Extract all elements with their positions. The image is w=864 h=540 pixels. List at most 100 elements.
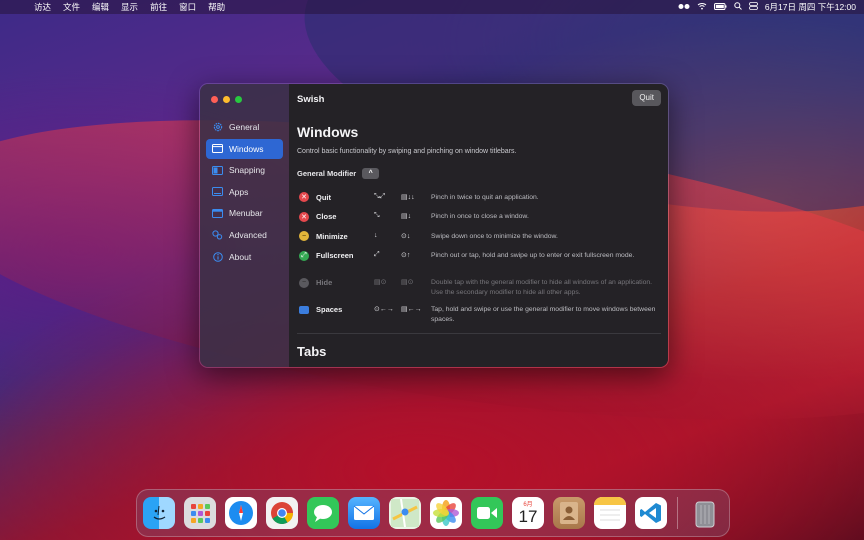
gesture-row-fullscreen[interactable]: ⤢ Fullscreen ⤢ ⊙↑ Pinch out or tap, hold…: [297, 249, 657, 276]
menu-item-window[interactable]: 窗口: [179, 1, 196, 13]
calendar-day: 17: [518, 507, 538, 526]
info-icon: [212, 251, 223, 262]
battery-icon[interactable]: [713, 2, 727, 12]
modifier-tap-glyph: ▤⊙: [401, 279, 414, 286]
menu-item-view[interactable]: 显示: [121, 1, 138, 13]
launchpad-icon[interactable]: [184, 497, 216, 529]
close-icon: ✕: [299, 211, 309, 222]
menu-item-finder[interactable]: 访达: [34, 1, 51, 13]
titlebar: Swish: [289, 84, 668, 114]
gesture-description: Pinch in once to close a window.: [431, 213, 529, 220]
gesture-label: Close: [316, 212, 337, 221]
dock-divider: [677, 497, 678, 529]
modifier-tap-glyph: ▤⊙: [374, 279, 387, 286]
menu-item-file[interactable]: 文件: [63, 1, 80, 13]
menu-item-help[interactable]: 帮助: [208, 1, 225, 13]
wifi-icon[interactable]: [697, 2, 707, 12]
menu-item-go[interactable]: 前往: [150, 1, 167, 13]
search-icon[interactable]: [734, 2, 742, 12]
advanced-icon: [212, 229, 223, 240]
window-icon: [212, 143, 223, 154]
quit-button[interactable]: Quit: [632, 90, 661, 106]
gesture-row-spaces[interactable]: Spaces ⊙←→ ▤←→ Tap, hold and swipe or us…: [297, 303, 657, 330]
sidebar-item-general[interactable]: General: [206, 117, 283, 137]
modifier-key-button[interactable]: ^: [362, 168, 380, 179]
mail-icon[interactable]: [348, 497, 380, 529]
modifier-swipe-glyph: ▤←→: [401, 306, 422, 313]
gesture-description: Swipe down once to minimize the window.: [431, 232, 558, 240]
facetime-icon[interactable]: [471, 497, 503, 529]
section-heading-tabs: Tabs: [297, 344, 327, 359]
notes-icon[interactable]: [594, 497, 626, 529]
sidebar-item-label: Snapping: [229, 165, 265, 176]
tap-swipe-glyph: ⊙↓: [401, 232, 411, 240]
sidebar-item-label: General: [229, 122, 260, 132]
section-divider: [297, 333, 661, 334]
sidebar-item-advanced[interactable]: Advanced: [206, 225, 283, 245]
section-description: Control basic functionality by swiping a…: [297, 148, 517, 155]
modifier-swipe-glyph: ▤↓: [401, 213, 412, 220]
sidebar-item-label: About: [229, 251, 252, 262]
snapping-icon: [212, 165, 223, 176]
gesture-description: Double tap with the general modifier to …: [431, 279, 653, 296]
gesture-row-hide[interactable]: − Hide ▤⊙ ▤⊙ Double tap with the general…: [297, 276, 657, 303]
gesture-description: Tap, hold and swipe or use the general m…: [431, 306, 656, 323]
minimize-window-button[interactable]: [223, 96, 230, 103]
control-center-icon[interactable]: [748, 2, 758, 12]
apps-icon: [212, 186, 223, 197]
gesture-row-quit[interactable]: ✕ Quit ⤡⤢ ▤↓↓ Pinch in twice to quit an …: [297, 190, 657, 210]
general-modifier-label: General Modifier: [297, 169, 357, 178]
trash-icon[interactable]: [689, 497, 721, 529]
messages-icon[interactable]: [307, 497, 339, 529]
gesture-description: Pinch in twice to quit an application.: [431, 193, 539, 201]
sidebar-item-windows[interactable]: Windows: [206, 138, 283, 159]
sidebar-item-menubar[interactable]: Menubar: [206, 203, 283, 223]
section-heading-windows: Windows: [297, 124, 359, 140]
tap-hold-swipe-glyph: ⊙←→: [374, 306, 394, 313]
vscode-icon[interactable]: [635, 497, 667, 529]
menubar-clock[interactable]: 6月17日 周四 下午12:00: [765, 1, 856, 13]
chrome-icon[interactable]: [266, 497, 298, 529]
general-modifier: General Modifier ^: [297, 168, 380, 179]
modifier-swipe-glyph: ▤↓↓: [401, 193, 415, 201]
contacts-icon[interactable]: [553, 497, 585, 529]
pinch-glyph: ⤡: [374, 212, 380, 219]
close-window-button[interactable]: [211, 96, 218, 103]
fullscreen-icon: ⤢: [299, 250, 309, 261]
spaces-icon: [299, 305, 309, 314]
sidebar-item-label: Apps: [229, 186, 249, 197]
zoom-window-button[interactable]: [235, 96, 242, 103]
gesture-description: Pinch out or tap, hold and swipe up to e…: [431, 252, 635, 259]
dock: 6月 17: [136, 489, 730, 537]
sidebar-item-apps[interactable]: Apps: [206, 182, 283, 202]
sidebar-item-about[interactable]: About: [206, 247, 283, 267]
sidebar-item-snapping[interactable]: Snapping: [206, 160, 283, 180]
hide-icon: −: [299, 277, 309, 288]
sidebar: General Windows Snapping Apps Menubar Ad…: [200, 84, 289, 367]
gesture-label: Minimize: [316, 231, 348, 241]
window-controls: [211, 96, 242, 103]
sidebar-item-label: Menubar: [229, 208, 263, 219]
finder-icon[interactable]: [143, 497, 175, 529]
content-pane: Swish Quit Windows Control basic functio…: [289, 84, 668, 367]
safari-icon[interactable]: [225, 497, 257, 529]
menubar-icon: [212, 208, 223, 219]
status-dots-icon[interactable]: [678, 2, 690, 12]
photos-icon[interactable]: [430, 497, 462, 529]
gesture-label: Hide: [316, 278, 333, 287]
swipe-down-glyph: ↓: [374, 231, 378, 239]
gesture-list: ✕ Quit ⤡⤢ ▤↓↓ Pinch in twice to quit an …: [297, 190, 657, 330]
tap-swipe-glyph: ⊙↑: [401, 252, 411, 259]
gesture-label: Quit: [316, 192, 331, 202]
minimize-icon: −: [299, 231, 309, 241]
gear-icon: [212, 122, 223, 133]
gesture-label: Fullscreen: [316, 251, 354, 260]
calendar-icon[interactable]: 6月 17: [512, 497, 544, 529]
pinch-twice-glyph: ⤡⤢: [374, 192, 386, 200]
menu-item-edit[interactable]: 编辑: [92, 1, 109, 13]
gesture-row-close[interactable]: ✕ Close ⤡ ▤↓ Pinch in once to close a wi…: [297, 210, 657, 230]
swish-settings-window: General Windows Snapping Apps Menubar Ad…: [199, 83, 669, 368]
gesture-row-minimize[interactable]: − Minimize ↓ ⊙↓ Swipe down once to minim…: [297, 229, 657, 249]
maps-icon[interactable]: [389, 497, 421, 529]
quit-icon: ✕: [299, 192, 309, 202]
